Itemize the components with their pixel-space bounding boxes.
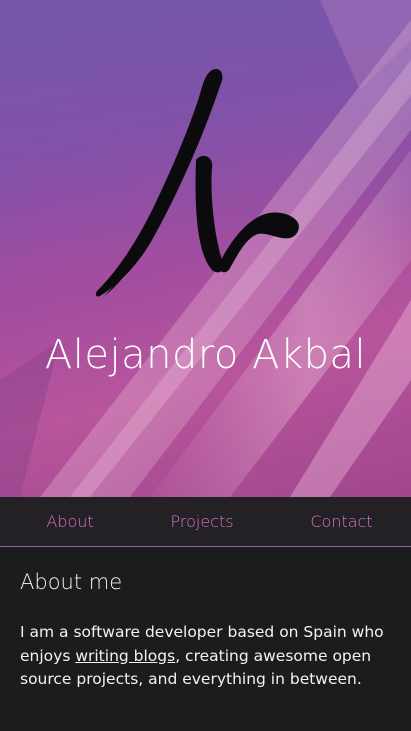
about-section: About me I am a software developer based… xyxy=(0,548,411,731)
page: Alejandro Akbal About Projects Contact A… xyxy=(0,0,411,731)
nav-link-about[interactable]: About xyxy=(38,508,101,535)
nav-link-projects[interactable]: Projects xyxy=(162,508,241,535)
about-text: I am a software developer based on Spain… xyxy=(20,621,400,692)
main-nav: About Projects Contact xyxy=(0,497,411,547)
writing-blogs-link[interactable]: writing blogs xyxy=(75,647,175,665)
about-heading: About me xyxy=(20,570,123,594)
signature-logo-icon xyxy=(95,68,299,297)
hero-banner: Alejandro Akbal xyxy=(0,0,411,497)
hero-title: Alejandro Akbal xyxy=(44,332,367,378)
nav-link-contact[interactable]: Contact xyxy=(302,508,380,535)
